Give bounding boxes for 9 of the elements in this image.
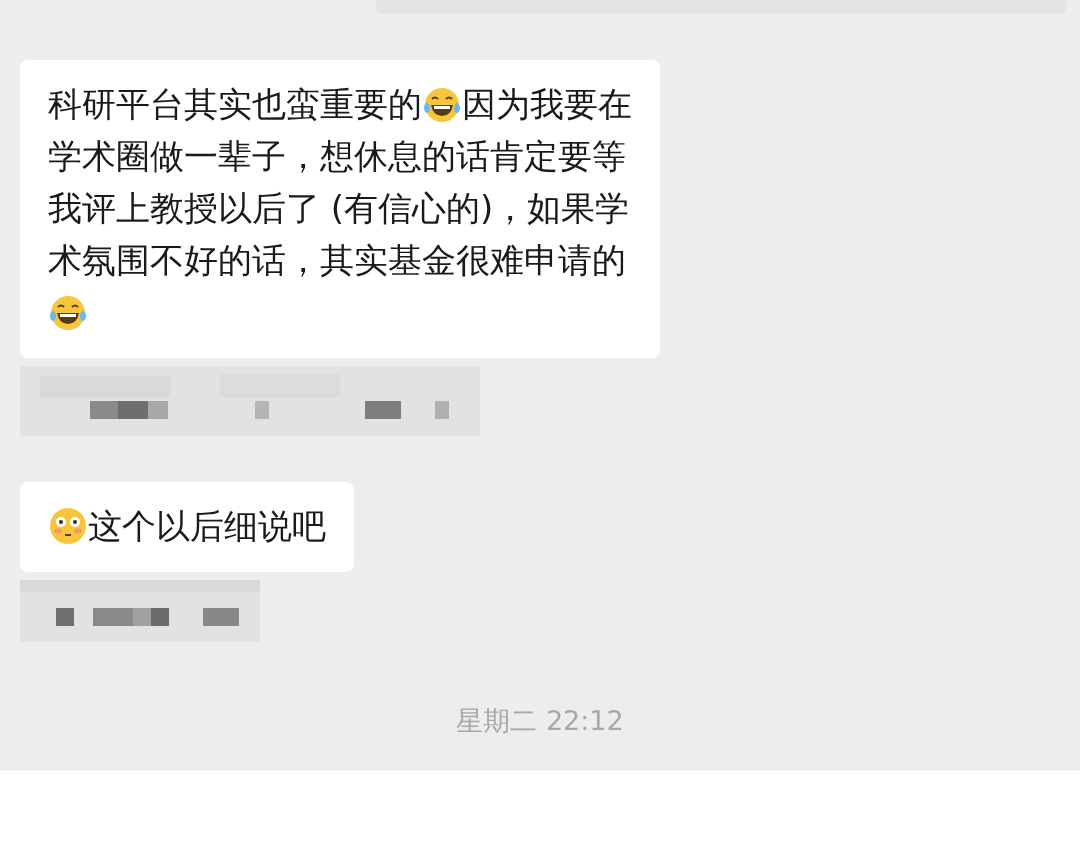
message-text: 科研平台其实也蛮重要的 <box>48 83 422 126</box>
message-text: 这个以后细说吧 <box>88 505 326 548</box>
message-text: 学术圈做一辈子，想休息的话肯定要等 <box>48 135 626 178</box>
message-text: 术氛围不好的话，其实基金很难申请的 <box>48 239 626 282</box>
flushed-face-icon <box>48 506 88 546</box>
message-text: 我评上教授以后了 (有信心的)，如果学 <box>48 187 630 230</box>
timestamp: 星期二 22:12 <box>456 704 624 738</box>
message-text: 因为我要在 <box>462 83 632 126</box>
input-bar[interactable] <box>0 769 1080 858</box>
